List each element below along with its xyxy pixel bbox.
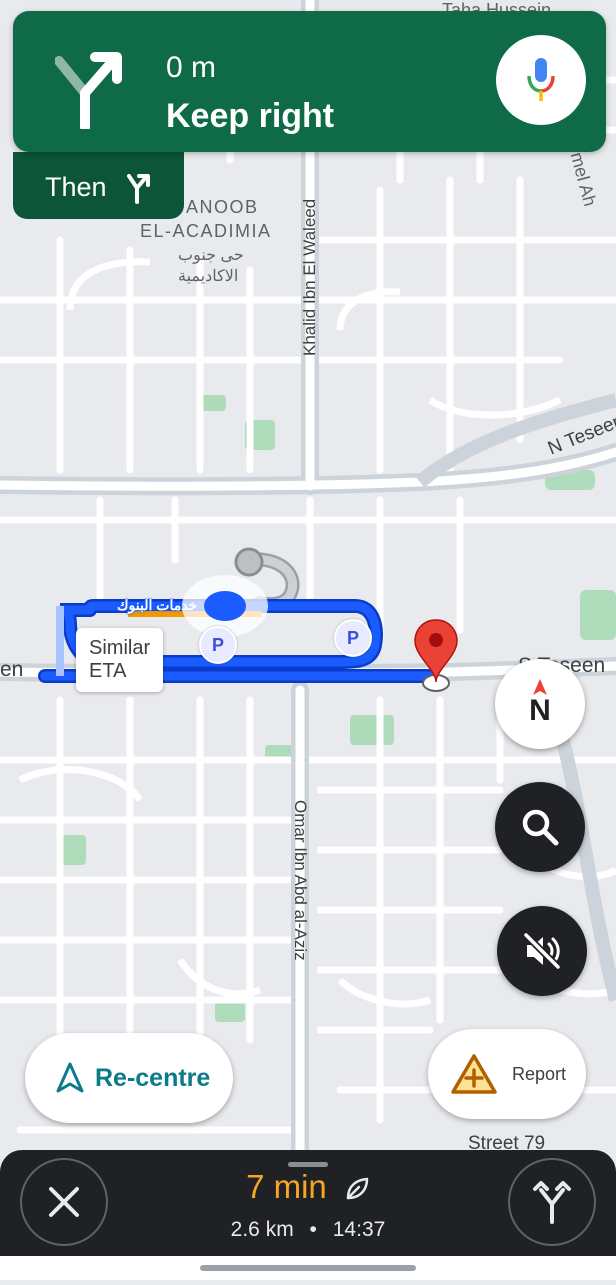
leaf-icon <box>346 1178 369 1200</box>
route-fork-icon <box>533 1181 571 1224</box>
compass-button[interactable]: N <box>495 659 585 749</box>
keep-right-arrow-icon <box>54 47 133 132</box>
map-label-district-2: EL-ACADIMIA <box>140 221 272 241</box>
volume-muted-icon <box>522 931 562 971</box>
recentre-button[interactable]: Re-centre <box>25 1033 233 1123</box>
maneuver-distance: 0 m <box>166 51 217 84</box>
similar-eta-chip[interactable]: Similar ETA <box>76 628 164 692</box>
eta-minutes: 7 min <box>246 1168 327 1205</box>
parking-marker[interactable]: P <box>199 626 237 664</box>
trip-distance: 2.6 km <box>230 1218 294 1241</box>
voice-search-button[interactable] <box>496 35 586 125</box>
fork-right-icon <box>121 170 155 209</box>
navigation-instruction-card[interactable]: 0 m Keep right <box>13 11 606 152</box>
trip-separator: • <box>309 1218 317 1241</box>
parking-icon: P <box>211 634 224 655</box>
arrival-time: 14:37 <box>332 1218 386 1241</box>
similar-eta-line1: Similar <box>89 637 151 659</box>
alternate-routes-button[interactable] <box>508 1158 596 1246</box>
then-card[interactable]: Then <box>13 152 184 219</box>
similar-eta-line2: ETA <box>89 660 127 682</box>
warning-plus-icon <box>451 1054 497 1094</box>
then-label: Then <box>45 172 107 202</box>
destination-pin[interactable] <box>413 618 459 693</box>
map-label-district-arabic-1: حى جنوب <box>178 247 244 264</box>
search-icon <box>522 809 559 846</box>
recentre-label: Re-centre <box>95 1063 211 1092</box>
trip-summary-bar[interactable]: 7 min 2.6 km • 14:37 <box>0 1150 616 1256</box>
map-label-district-arabic-2: الاكاديمية <box>178 268 239 285</box>
report-label: Report <box>512 1063 567 1084</box>
google-mic-icon <box>527 58 555 101</box>
parking-icon: P <box>346 627 359 648</box>
navigation-arrow-icon <box>56 1062 84 1093</box>
map-label-omar-street: Omar Ibn Abd al-Aziz <box>291 800 310 961</box>
map-label-edge-left: en <box>0 658 24 681</box>
system-navigation-bar <box>0 1256 616 1280</box>
home-gesture-handle[interactable] <box>200 1265 416 1271</box>
map-label-khalid-street: Khalid Ibn El Waleed <box>300 198 319 356</box>
compass-north-label: N <box>529 694 551 727</box>
parking-marker[interactable]: P <box>334 619 372 657</box>
location-dot <box>204 591 246 621</box>
report-button[interactable]: Report <box>428 1029 586 1119</box>
pin-icon <box>414 619 458 692</box>
mute-button[interactable] <box>497 906 587 996</box>
drag-handle[interactable] <box>288 1162 328 1167</box>
maneuver-instruction: Keep right <box>166 97 335 135</box>
search-along-route-button[interactable] <box>495 782 585 872</box>
map-label-district-1: ANOOB <box>186 197 259 217</box>
